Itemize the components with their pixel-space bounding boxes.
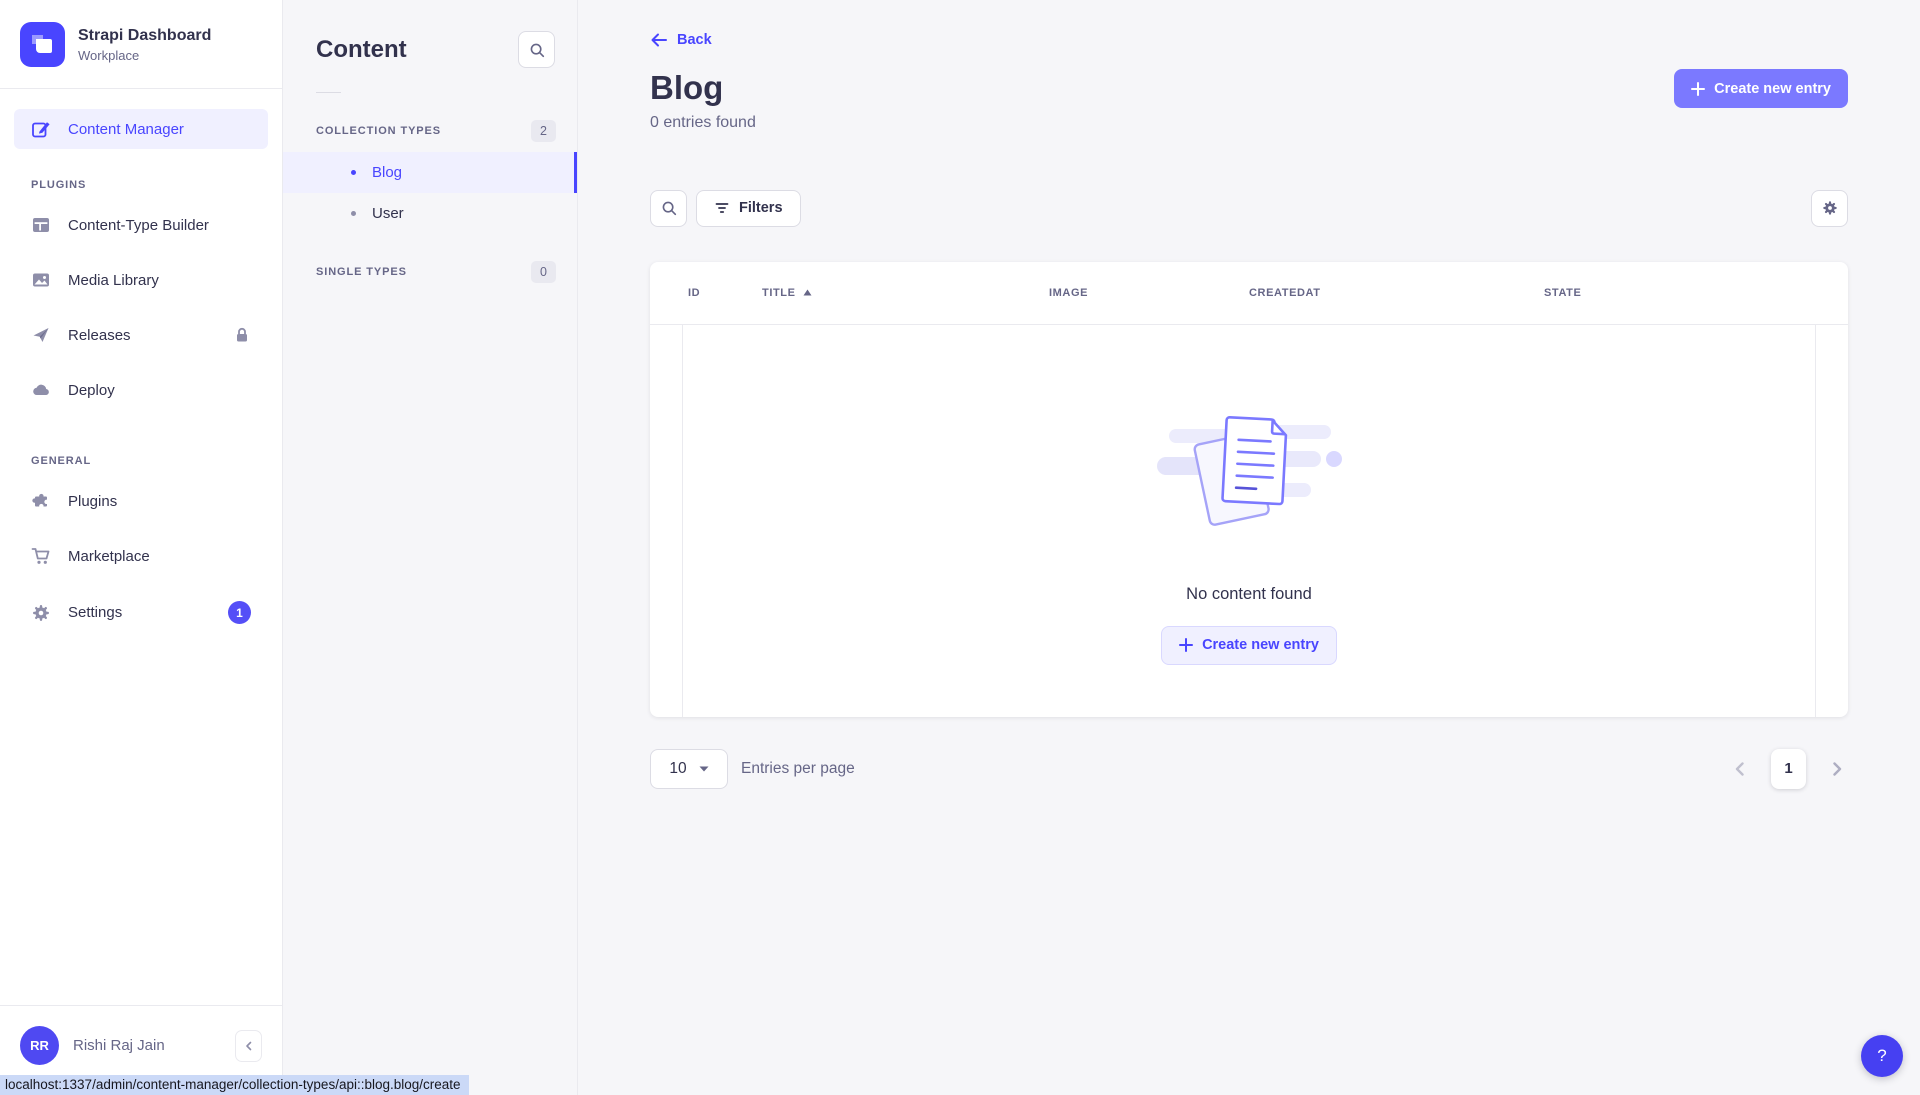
sidebar-item-releases[interactable]: Releases — [14, 315, 268, 355]
pagination-bar: 10 Entries per page 1 — [650, 749, 1848, 789]
search-icon — [528, 41, 546, 59]
table-search-button[interactable] — [650, 190, 687, 227]
cloud-icon — [31, 380, 51, 400]
search-icon — [660, 199, 678, 217]
subnav-search-button[interactable] — [518, 31, 555, 68]
entries-count: 0 entries found — [650, 114, 756, 132]
single-types-heading: SINGLE TYPES — [316, 266, 407, 278]
column-header-id[interactable]: ID — [688, 287, 762, 299]
filters-button[interactable]: Filters — [696, 190, 801, 227]
link-preview-statusbar: localhost:1337/admin/content-manager/col… — [0, 1075, 469, 1095]
image-icon — [31, 270, 51, 290]
divider — [316, 92, 341, 93]
app-title: Strapi Dashboard — [78, 27, 211, 45]
sidebar-item-label: Content Manager — [68, 121, 184, 138]
collection-types-heading: COLLECTION TYPES — [316, 125, 441, 137]
sidebar-item-label: Deploy — [68, 382, 115, 399]
main-content: Back Blog 0 entries found Create new ent… — [578, 0, 1920, 1095]
workspace-name: Workplace — [78, 48, 211, 63]
plus-icon — [1691, 82, 1705, 96]
chevron-left-icon — [244, 1041, 254, 1051]
filter-icon — [714, 200, 730, 216]
content-subnav: Content COLLECTION TYPES 2 Blog User SIN… — [283, 0, 578, 1095]
user-name: Rishi Raj Jain — [73, 1037, 165, 1054]
settings-notification-badge: 1 — [228, 601, 251, 624]
plus-icon — [1179, 638, 1193, 652]
subnav-item-user[interactable]: User — [283, 193, 577, 234]
subnav-item-label: Blog — [372, 164, 402, 181]
column-header-createdat[interactable]: CREATEDAT — [1249, 287, 1544, 299]
arrow-left-icon — [650, 32, 668, 48]
back-label: Back — [677, 32, 712, 48]
cart-icon — [31, 546, 51, 566]
puzzle-icon — [31, 491, 51, 511]
help-button[interactable]: ? — [1861, 1035, 1903, 1077]
sidebar-item-settings[interactable]: Settings 1 — [14, 591, 268, 634]
empty-documents-illustration — [1151, 401, 1347, 543]
sort-asc-icon — [803, 289, 812, 296]
strapi-logo-icon — [20, 22, 65, 67]
subnav-item-blog[interactable]: Blog — [283, 152, 577, 193]
column-header-image[interactable]: IMAGE — [1049, 287, 1249, 299]
bullet-icon — [351, 170, 356, 175]
lock-icon — [233, 326, 251, 344]
chevron-left-icon — [1734, 762, 1746, 776]
table-header-row: ID TITLE IMAGE CREATEDAT STATE — [650, 262, 1848, 325]
layout-grid-icon — [31, 215, 51, 235]
chevron-right-icon — [1831, 762, 1843, 776]
view-settings-button[interactable] — [1811, 190, 1848, 227]
collapse-sidebar-button[interactable] — [235, 1030, 262, 1062]
previous-page-button[interactable] — [1729, 758, 1751, 780]
sidebar-item-media-library[interactable]: Media Library — [14, 260, 268, 300]
sidebar-item-label: Marketplace — [68, 548, 150, 565]
paper-plane-icon — [31, 325, 51, 345]
next-page-button[interactable] — [1826, 758, 1848, 780]
subnav-title: Content — [316, 36, 407, 64]
create-new-entry-button[interactable]: Create new entry — [1674, 69, 1848, 108]
sidebar-item-label: Plugins — [68, 493, 117, 510]
sidebar-item-label: Releases — [68, 327, 131, 344]
sidebar-item-label: Media Library — [68, 272, 159, 289]
empty-state-message: No content found — [1186, 585, 1312, 604]
collection-types-count-badge: 2 — [531, 120, 556, 142]
entries-table: ID TITLE IMAGE CREATEDAT STATE — [650, 262, 1848, 717]
brand-header[interactable]: Strapi Dashboard Workplace — [0, 0, 282, 89]
pencil-square-icon — [31, 119, 51, 139]
plugins-section-heading: PLUGINS — [31, 179, 268, 191]
page-size-select[interactable]: 10 — [650, 749, 728, 789]
single-types-count-badge: 0 — [531, 261, 556, 283]
gear-icon — [1821, 199, 1839, 217]
column-header-state[interactable]: STATE — [1544, 287, 1848, 299]
empty-create-new-entry-button[interactable]: Create new entry — [1161, 626, 1337, 665]
sidebar-item-marketplace[interactable]: Marketplace — [14, 536, 268, 576]
subnav-item-label: User — [372, 205, 404, 222]
entries-per-page-label: Entries per page — [741, 760, 855, 778]
main-sidebar: Strapi Dashboard Workplace Content Manag… — [0, 0, 283, 1095]
sidebar-item-plugins[interactable]: Plugins — [14, 481, 268, 521]
chevron-down-icon — [699, 766, 709, 772]
sidebar-item-deploy[interactable]: Deploy — [14, 370, 268, 410]
page-number-button[interactable]: 1 — [1771, 749, 1806, 789]
gear-icon — [31, 603, 51, 623]
bullet-icon — [351, 211, 356, 216]
general-section-heading: GENERAL — [31, 455, 268, 467]
column-header-title[interactable]: TITLE — [762, 287, 1049, 299]
back-link[interactable]: Back — [650, 32, 712, 48]
empty-state: No content found Create new entry — [682, 325, 1816, 717]
sidebar-item-content-type-builder[interactable]: Content-Type Builder — [14, 205, 268, 245]
user-avatar[interactable]: RR — [20, 1026, 59, 1065]
sidebar-item-content-manager[interactable]: Content Manager — [14, 109, 268, 149]
sidebar-item-label: Content-Type Builder — [68, 217, 209, 234]
sidebar-item-label: Settings — [68, 604, 122, 621]
page-title: Blog — [650, 69, 756, 107]
